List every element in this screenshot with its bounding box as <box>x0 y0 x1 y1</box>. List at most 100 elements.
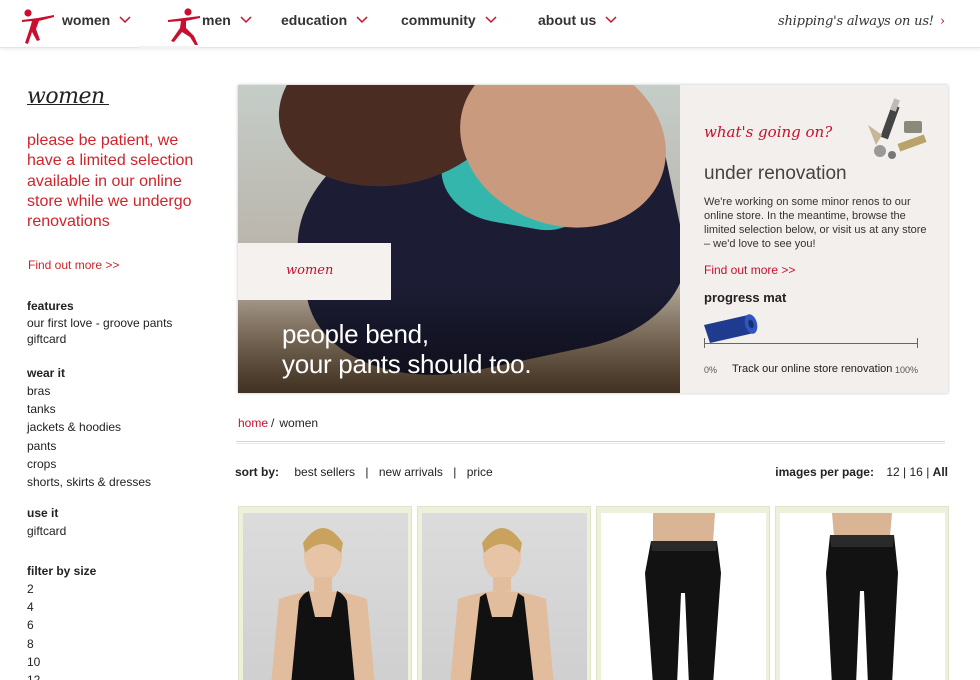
sidebar-item-groove-pants[interactable]: our first love - groove pants <box>27 315 172 331</box>
renovation-title: under renovation <box>704 163 847 184</box>
sidebar-item-bras[interactable]: bras <box>27 382 151 400</box>
rolled-yoga-mat-icon <box>704 314 758 343</box>
progress-start-label: 0% <box>704 365 718 375</box>
sidebar-item-crops[interactable]: crops <box>27 455 151 473</box>
renovation-panel: what's going on? under renovation We're … <box>680 85 948 393</box>
size-filter-12[interactable]: 12 <box>27 671 96 680</box>
renovation-description: We're working on some minor renos to our… <box>704 196 927 250</box>
product-card[interactable] <box>238 506 412 680</box>
sidebar-item-pants[interactable]: pants <box>27 437 151 455</box>
per-page-separator: | <box>926 465 930 479</box>
breadcrumb-current: women <box>279 416 319 430</box>
nav-divider <box>138 46 198 49</box>
content-divider <box>236 441 945 444</box>
chevron-down-icon <box>485 16 497 24</box>
chevron-right-icon: › <box>939 14 945 29</box>
hero-banner[interactable]: women people bend, your pants should too… <box>238 85 948 393</box>
chevron-down-icon <box>605 16 617 24</box>
product-image-pants <box>601 513 766 680</box>
chevron-down-icon <box>240 16 252 24</box>
product-card[interactable] <box>775 506 949 680</box>
nav-community[interactable]: community <box>401 12 497 28</box>
sidebar-heading-use-it: use it <box>27 506 59 520</box>
sidebar-item-tanks[interactable]: tanks <box>27 400 151 418</box>
sort-separator: | <box>365 465 369 479</box>
sidebar-group-features: features our first love - groove pants g… <box>27 299 172 347</box>
sidebar-title: women <box>27 84 105 109</box>
nav-about-us-label: about us <box>538 12 597 28</box>
woman-tank-illustration <box>271 528 375 680</box>
yoga-pants-illustration <box>645 513 721 680</box>
find-out-more-link[interactable]: Find out more >> <box>28 258 119 272</box>
chevron-down-icon <box>119 16 131 24</box>
sort-label: sort by: <box>235 465 280 479</box>
top-navigation: women men education community about us s… <box>0 0 980 49</box>
progress-tick-start <box>704 338 705 348</box>
renovation-tools-icon <box>868 98 927 159</box>
progress-end-label: 100% <box>895 365 919 375</box>
size-filter-8[interactable]: 8 <box>27 635 96 653</box>
progress-track <box>704 343 918 344</box>
yoga-pants-illustration <box>826 513 898 680</box>
size-filter-10[interactable]: 10 <box>27 653 96 671</box>
sidebar-group-use-it: use it giftcard <box>27 506 66 540</box>
progress-caption: Track our online store renovation <box>732 363 893 375</box>
product-card[interactable] <box>417 506 591 680</box>
sidebar-group-filter-by-size: filter by size 2 4 6 8 10 12 <box>27 564 96 680</box>
nav-men-label: men <box>202 12 231 28</box>
nav-community-label: community <box>401 12 476 28</box>
product-image-pants <box>780 513 945 680</box>
sidebar-item-jackets-hoodies[interactable]: jackets & hoodies <box>27 418 151 436</box>
whats-going-on-heading: what's going on? <box>704 123 833 141</box>
find-out-more-link[interactable]: Find out more >> <box>704 263 795 277</box>
sidebar-item-giftcard[interactable]: giftcard <box>27 522 66 540</box>
per-page-separator: | <box>903 465 907 479</box>
progress-mat-title: progress mat <box>704 290 787 305</box>
nav-about-us[interactable]: about us <box>538 12 617 28</box>
size-filter-2[interactable]: 2 <box>27 580 96 598</box>
breadcrumb: home / women <box>238 416 318 430</box>
progress-tick-end <box>917 338 918 348</box>
product-card[interactable] <box>596 506 770 680</box>
nav-education-label: education <box>281 12 348 28</box>
images-per-page: images per page: 12 | 16 | All <box>775 465 948 479</box>
breadcrumb-separator: / <box>271 416 275 430</box>
product-image-tank <box>422 513 587 680</box>
sidebar-heading-wear-it: wear it <box>27 366 66 380</box>
hero-headline-line1: people bend, <box>282 319 429 349</box>
hero-headline-line2: your pants should too. <box>282 349 532 379</box>
sort-bar: sort by: best sellers | new arrivals | p… <box>235 465 493 479</box>
product-image-tank <box>243 513 408 680</box>
sort-separator: | <box>453 465 457 479</box>
sort-price[interactable]: price <box>467 465 493 479</box>
nav-women[interactable]: women <box>62 12 131 28</box>
size-filter-6[interactable]: 6 <box>27 616 96 634</box>
hero-category-tag: women <box>238 243 391 300</box>
per-page-label: images per page: <box>775 465 874 479</box>
shipping-promo-link[interactable]: shipping's always on us! › <box>778 14 945 29</box>
breadcrumb-home[interactable]: home <box>238 416 268 430</box>
yoga-figure-logo-icon <box>168 8 200 45</box>
sidebar-group-wear-it: wear it bras tanks jackets & hoodies pan… <box>27 366 151 491</box>
nav-women-label: women <box>62 12 111 28</box>
sort-best-sellers[interactable]: best sellers <box>294 465 355 479</box>
hero-category-label: women <box>286 263 334 278</box>
size-filter-4[interactable]: 4 <box>27 598 96 616</box>
sort-new-arrivals[interactable]: new arrivals <box>379 465 443 479</box>
nav-men[interactable]: men <box>202 12 252 28</box>
yoga-figure-logo-icon <box>22 9 54 44</box>
woman-tank-illustration <box>450 528 554 680</box>
sidebar-heading-features: features <box>27 299 74 313</box>
sidebar-item-shorts-skirts-dresses[interactable]: shorts, skirts & dresses <box>27 473 151 491</box>
shipping-promo-text: shipping's always on us! <box>778 14 934 29</box>
sidebar-item-giftcard[interactable]: giftcard <box>27 331 172 347</box>
hero-headline: people bend, your pants should too. <box>282 319 532 379</box>
sidebar-heading-filter-by-size: filter by size <box>27 564 97 578</box>
per-page-12[interactable]: 12 <box>886 465 899 479</box>
renovation-notice: please be patient, we have a limited sel… <box>27 132 194 231</box>
per-page-all[interactable]: All <box>933 465 948 479</box>
nav-education[interactable]: education <box>281 12 368 28</box>
chevron-down-icon <box>356 16 368 24</box>
sidebar-title-underline <box>27 104 109 105</box>
per-page-16[interactable]: 16 <box>909 465 922 479</box>
